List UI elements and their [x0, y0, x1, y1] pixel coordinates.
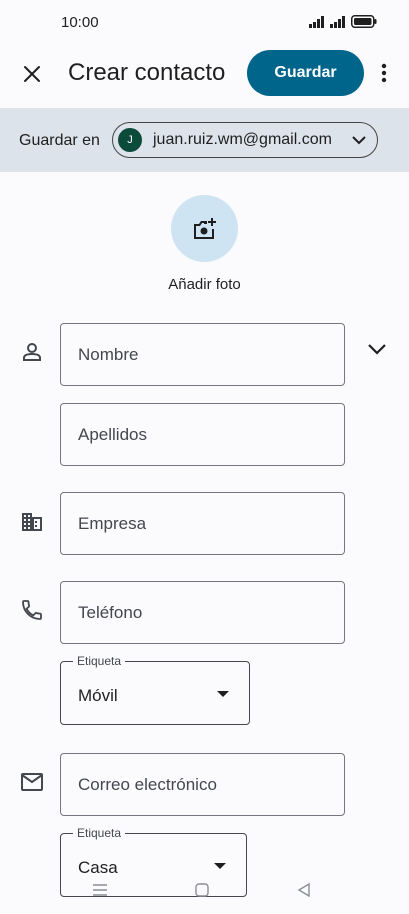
chevron-down-icon — [368, 344, 386, 355]
email-label-caption: Etiqueta — [73, 826, 126, 840]
phone-icon — [22, 600, 42, 620]
battery-icon — [351, 15, 377, 28]
phone-label-caption: Etiqueta — [73, 654, 126, 668]
account-email: juan.ruiz.wm@gmail.com — [153, 131, 332, 148]
account-bar: Guardar en J juan.ruiz.wm@gmail.com — [0, 108, 409, 172]
status-icons — [309, 15, 377, 28]
add-photo-label: Añadir foto — [168, 276, 241, 293]
person-icon — [23, 343, 41, 361]
expand-name-button[interactable] — [364, 336, 390, 362]
mail-icon — [21, 773, 43, 791]
save-button[interactable]: Guardar — [247, 50, 364, 96]
recents-button[interactable] — [86, 876, 114, 904]
status-time: 10:00 — [61, 14, 99, 31]
dropdown-arrow-icon — [217, 691, 229, 697]
account-selector[interactable]: J juan.ruiz.wm@gmail.com — [112, 122, 378, 158]
back-button[interactable] — [290, 876, 318, 904]
close-icon — [24, 66, 40, 82]
wifi-signal-icon — [309, 15, 324, 28]
app-bar: Crear contacto Guardar — [0, 46, 409, 106]
back-triangle-icon — [297, 883, 310, 897]
more-options-button[interactable] — [372, 56, 396, 90]
menu-lines-icon — [93, 884, 107, 896]
phone-label-dropdown[interactable]: Etiqueta Móvil — [60, 654, 250, 725]
page-title: Crear contacto — [68, 59, 226, 86]
save-to-label: Guardar en — [19, 132, 100, 149]
phone-input[interactable]: Teléfono — [60, 581, 345, 644]
home-button[interactable] — [188, 876, 216, 904]
home-square-icon — [195, 883, 209, 897]
last-name-input[interactable]: Apellidos — [60, 403, 345, 466]
more-vert-icon — [381, 63, 387, 83]
avatar: J — [118, 128, 142, 152]
close-button[interactable] — [16, 58, 48, 90]
company-input[interactable]: Empresa — [60, 492, 345, 555]
first-name-input[interactable]: Nombre — [60, 323, 345, 386]
system-nav-bar — [0, 870, 409, 910]
cell-signal-icon — [330, 15, 345, 28]
phone-label-value: Móvil — [78, 686, 118, 705]
email-input[interactable]: Correo electrónico — [60, 753, 345, 816]
dropdown-arrow-icon — [214, 863, 226, 869]
add-photo-icon — [193, 217, 216, 239]
add-photo-button[interactable] — [171, 195, 238, 262]
chevron-down-icon — [352, 136, 366, 145]
status-bar: 10:00 — [0, 0, 409, 46]
business-icon — [22, 513, 42, 531]
